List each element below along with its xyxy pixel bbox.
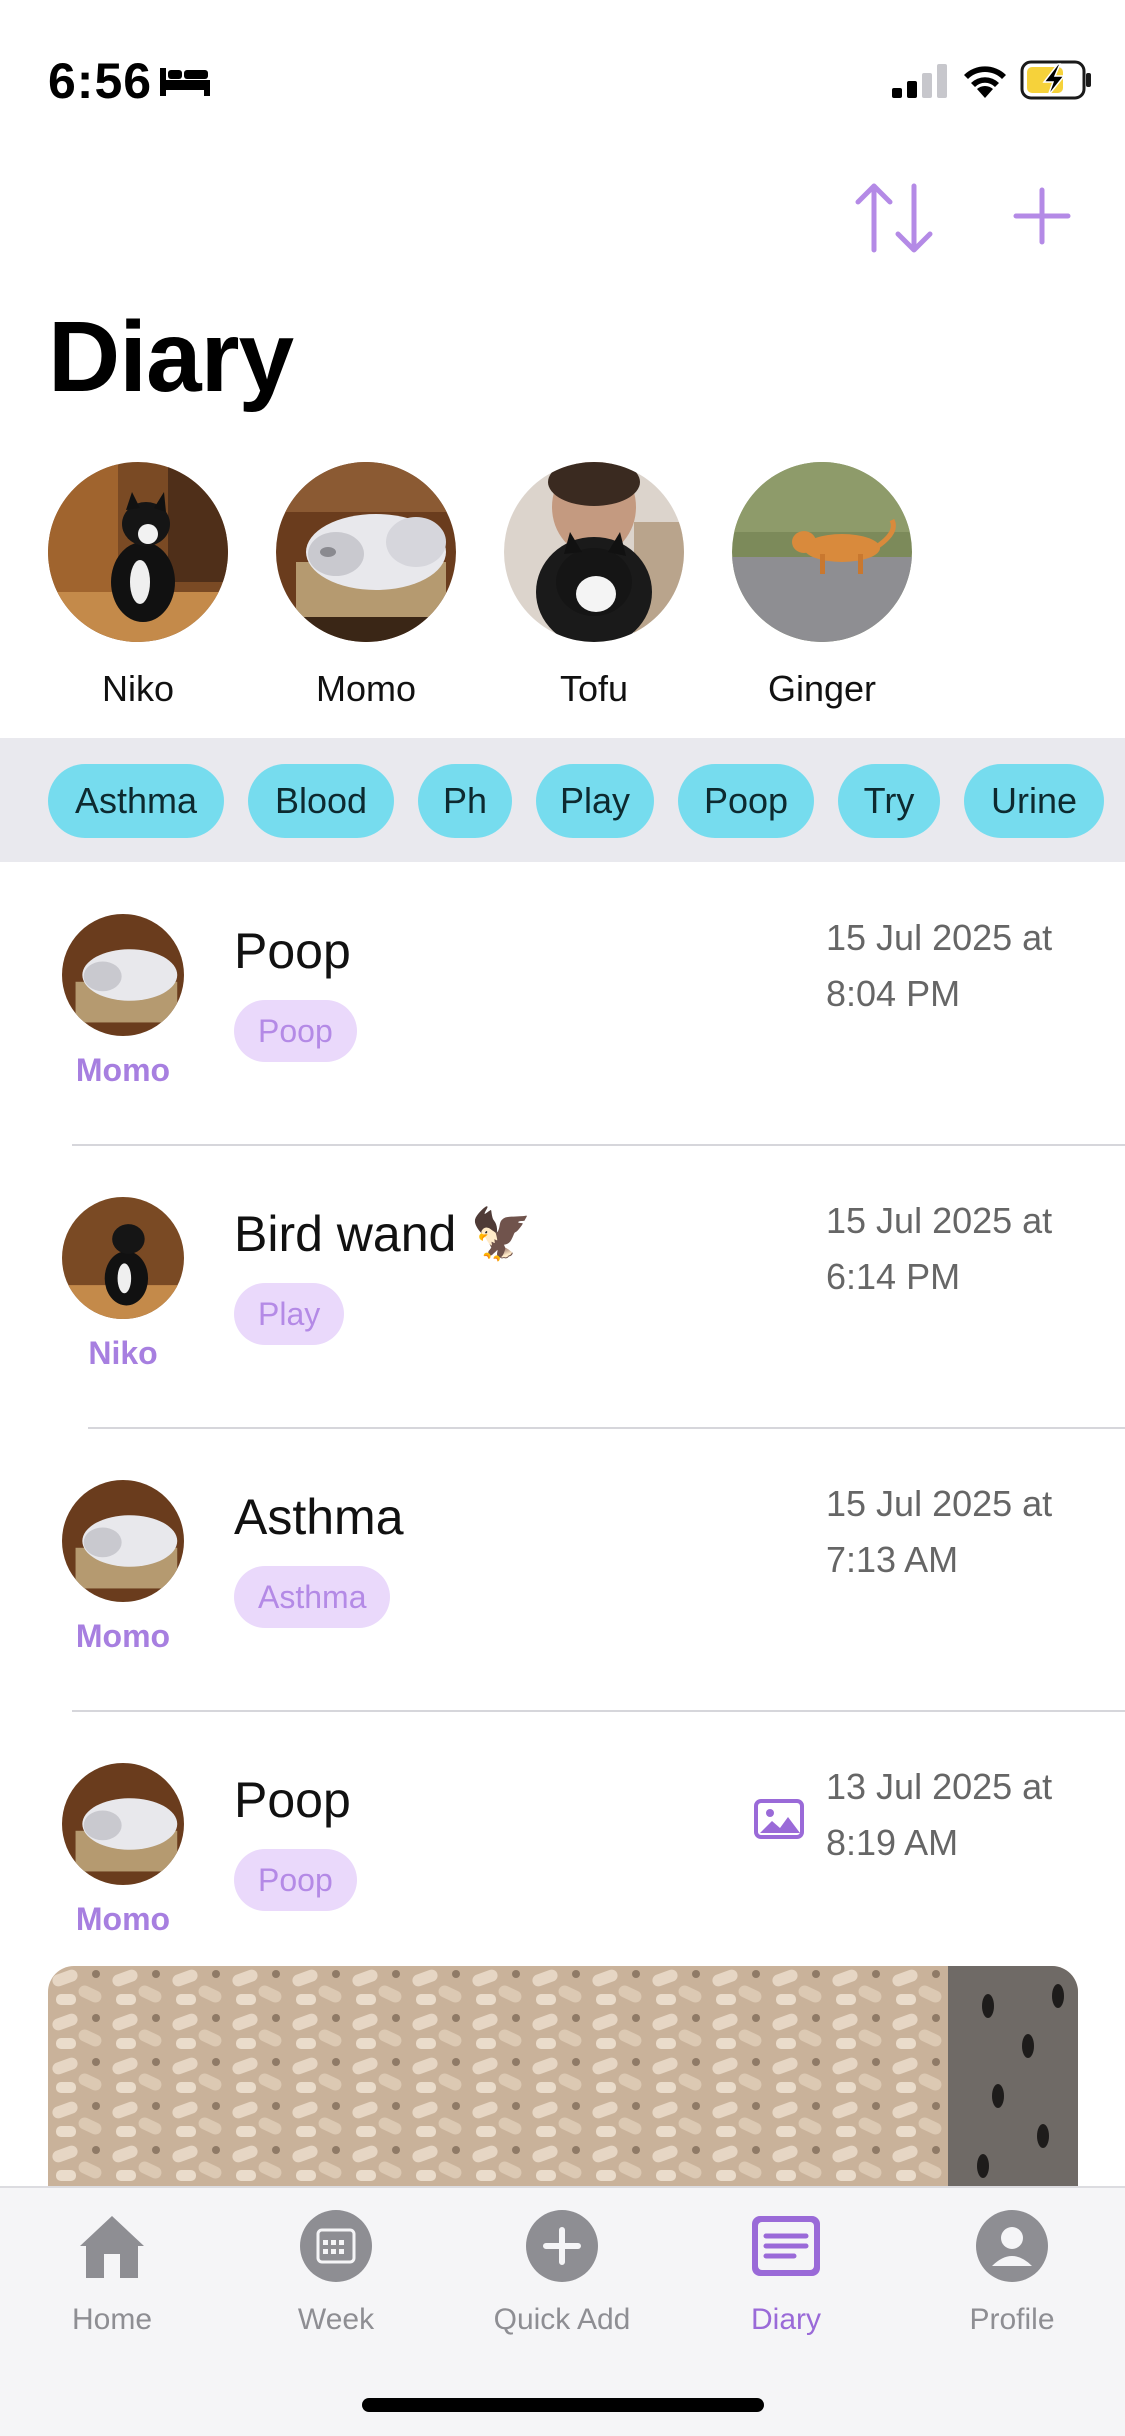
home-icon: [80, 2216, 144, 2278]
calendar-icon: [300, 2210, 372, 2282]
photo-icon: [754, 1799, 804, 1839]
bed-icon: [160, 68, 210, 96]
entry-photo[interactable]: [48, 1966, 1078, 2186]
entry-date-line: 15 Jul 2025 at: [826, 1200, 1053, 1241]
signal-icon: [892, 64, 947, 98]
pet-name: Ginger: [767, 668, 877, 709]
entry-title: Bird wand 🦅: [234, 1206, 533, 1262]
pet-avatar: [276, 462, 456, 642]
pet-name: Momo: [315, 668, 417, 709]
pet-avatar: [732, 462, 912, 642]
entry-pet-name: Momo: [75, 1052, 171, 1088]
pet-avatar: [48, 462, 228, 642]
sort-button[interactable]: [852, 180, 936, 256]
battery-charging-icon: [1020, 60, 1091, 100]
diary-entry[interactable]: Momo Poop Poop 15 Jul 2025 at 8:04 PM: [0, 862, 1125, 1146]
tag-chip-asthma[interactable]: Asthma: [48, 764, 224, 838]
tab-label: Profile: [969, 2303, 1055, 2336]
entry-date: 15 Jul 2025 at 7:13 AM: [826, 1476, 1106, 1588]
tab-label: Week: [297, 2303, 375, 2336]
pet-name: Tofu: [559, 668, 629, 709]
pet-name: Niko: [101, 668, 175, 709]
add-entry-button[interactable]: [1012, 186, 1072, 246]
pet-momo[interactable]: Momo: [266, 462, 466, 710]
pet-tofu[interactable]: Tofu: [494, 462, 694, 710]
entry-title: Asthma: [234, 1489, 404, 1545]
status-bar: 6:56: [0, 0, 1125, 150]
entry-title: Poop: [234, 923, 351, 979]
pet-ginger[interactable]: Ginger: [722, 462, 922, 710]
entry-pet-avatar: [62, 1763, 184, 1885]
entry-tag: Play: [234, 1283, 345, 1345]
pet-avatar: [504, 462, 684, 642]
tag-chip-play[interactable]: Play: [536, 764, 654, 838]
entry-tag: Poop: [234, 1849, 357, 1911]
home-indicator: [362, 2398, 764, 2412]
tab-home[interactable]: Home: [12, 2208, 212, 2337]
entry-time-line: 8:19 AM: [826, 1822, 959, 1863]
wifi-icon: [964, 66, 1006, 98]
diary-entry[interactable]: Momo Asthma Asthma 15 Jul 2025 at 7:13 A…: [0, 1428, 1125, 1712]
entry-pet-avatar: [62, 1480, 184, 1602]
tag-filter-bar: Asthma Blood Ph Play Poop Try Urine: [0, 738, 1125, 862]
entry-tag: Poop: [234, 1000, 357, 1062]
tag-chip-poop[interactable]: Poop: [678, 764, 814, 838]
entry-date-line: 15 Jul 2025 at: [826, 917, 1053, 958]
tab-label: Home: [71, 2303, 153, 2336]
tab-diary[interactable]: Diary: [686, 2208, 886, 2337]
entry-time-line: 8:04 PM: [826, 973, 961, 1014]
plus-circle-icon: [526, 2210, 598, 2282]
tag-chip-ph[interactable]: Ph: [418, 764, 512, 838]
entry-tag: Asthma: [234, 1566, 391, 1628]
diary-icon: [752, 2216, 820, 2276]
entry-pet-name: Momo: [75, 1618, 171, 1654]
status-time: 6:56: [48, 53, 153, 109]
entry-date-line: 15 Jul 2025 at: [826, 1483, 1053, 1524]
person-icon: [976, 2210, 1048, 2282]
entry-date: 13 Jul 2025 at 8:19 AM: [826, 1759, 1106, 1871]
tab-week[interactable]: Week: [236, 2208, 436, 2337]
entry-date: 15 Jul 2025 at 6:14 PM: [826, 1193, 1106, 1305]
entry-pet-avatar: [62, 1197, 184, 1319]
tag-chip-blood[interactable]: Blood: [248, 764, 394, 838]
entry-pet-avatar: [62, 914, 184, 1036]
tab-label: Diary: [750, 2303, 821, 2336]
plus-icon: [1013, 187, 1071, 245]
entry-title: Poop: [234, 1772, 351, 1828]
pet-selector: Niko Momo Tofu Ginger: [0, 462, 1125, 722]
tag-chip-urine[interactable]: Urine: [964, 764, 1104, 838]
entry-pet-name: Niko: [88, 1335, 158, 1371]
diary-entry[interactable]: Niko Bird wand 🦅 Play 15 Jul 2025 at 6:1…: [0, 1145, 1125, 1429]
entry-pet-name: Momo: [75, 1901, 171, 1937]
tab-label: Quick Add: [493, 2303, 631, 2336]
entry-date-line: 13 Jul 2025 at: [826, 1766, 1053, 1807]
tag-chip-try[interactable]: Try: [838, 764, 940, 838]
sort-icon: [855, 183, 933, 253]
entry-time-line: 7:13 AM: [826, 1539, 959, 1580]
diary-entry[interactable]: Momo Poop Poop 13 Jul 2025 at 8:19 AM: [0, 1711, 1125, 1993]
entry-time-line: 6:14 PM: [826, 1256, 961, 1297]
tab-quick-add[interactable]: Quick Add: [462, 2208, 662, 2337]
tab-profile[interactable]: Profile: [912, 2208, 1112, 2337]
entry-date: 15 Jul 2025 at 8:04 PM: [826, 910, 1106, 1022]
pet-niko[interactable]: Niko: [38, 462, 238, 710]
page-title: Diary: [48, 301, 294, 413]
